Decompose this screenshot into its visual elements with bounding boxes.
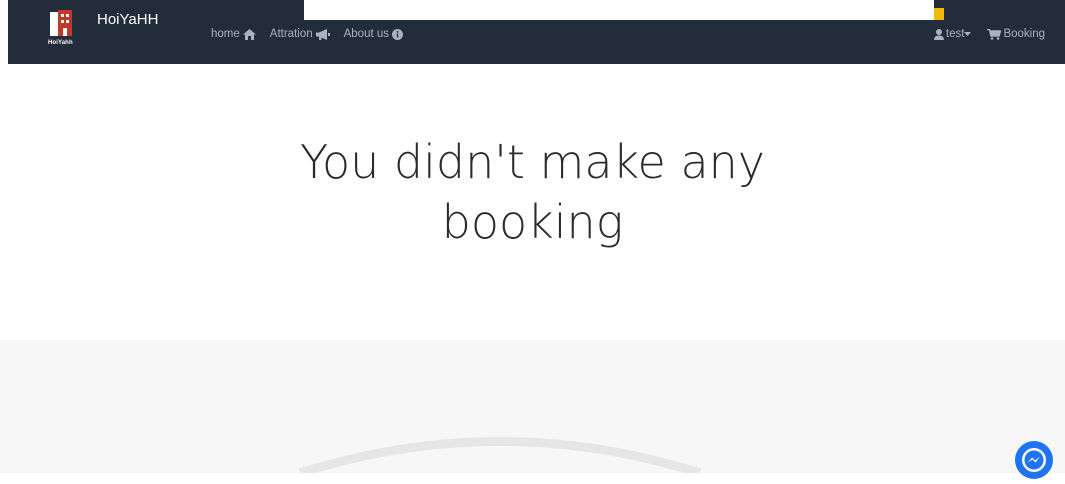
nav-home-label: home xyxy=(211,28,240,40)
nav-attration[interactable]: Attration xyxy=(270,28,330,40)
search-bar[interactable] xyxy=(304,0,934,20)
nav-booking-label: Booking xyxy=(1003,28,1045,40)
nav-attration-label: Attration xyxy=(269,28,313,40)
user-menu-toggle[interactable]: test xyxy=(933,28,974,40)
nav-about-us-label: About us xyxy=(343,28,390,40)
user-icon xyxy=(933,28,944,40)
search-accent xyxy=(934,8,944,20)
empty-booking-message: You didn't make any booking xyxy=(0,132,1065,252)
empty-message-line-2: booking xyxy=(441,195,624,249)
bullhorn-icon xyxy=(315,28,330,40)
info-circle-icon xyxy=(392,28,404,40)
user-name: test xyxy=(945,28,965,40)
nav-booking[interactable]: Booking xyxy=(987,28,1045,40)
nav-home[interactable]: home xyxy=(211,28,256,40)
brand-name[interactable]: HoiYaHH xyxy=(97,11,158,28)
user-nav: test Booking xyxy=(920,28,1045,40)
main-nav: home Attration About us xyxy=(211,28,417,40)
cart-icon xyxy=(987,28,1002,40)
nav-about-us[interactable]: About us xyxy=(343,28,404,40)
logo-text: HoiYahh xyxy=(48,40,73,46)
caret-down-icon xyxy=(964,32,972,36)
empty-message-line-1: You didn't make any xyxy=(299,135,766,189)
home-icon xyxy=(242,28,256,40)
messenger-icon xyxy=(1022,448,1046,472)
messenger-chat-button[interactable] xyxy=(1015,441,1053,479)
decorative-arc xyxy=(298,437,702,473)
